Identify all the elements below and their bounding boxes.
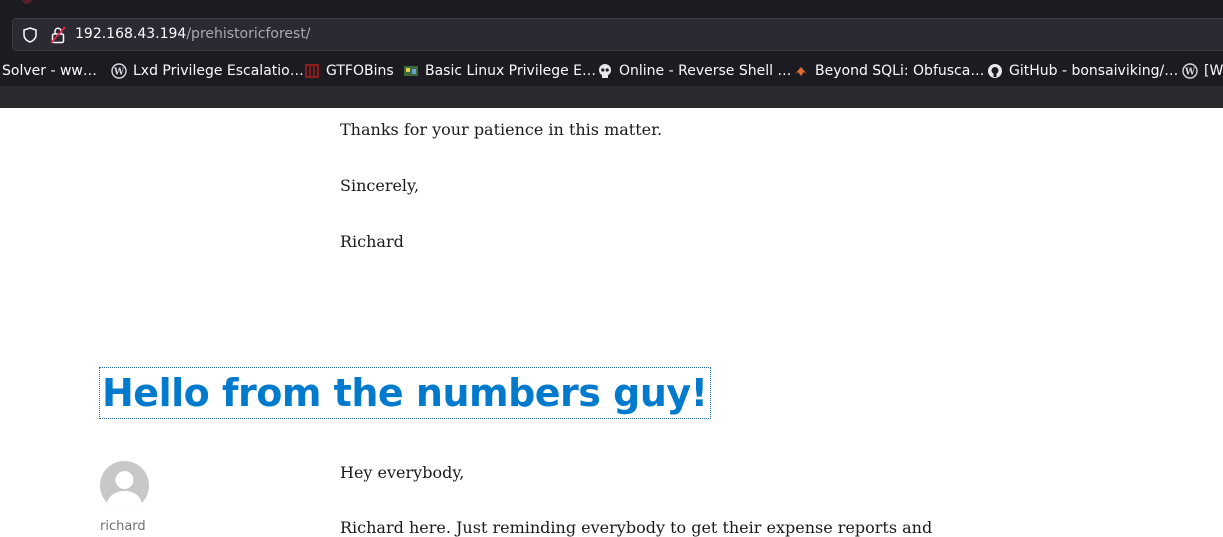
insecure-lock-icon[interactable] xyxy=(50,26,66,44)
github-icon xyxy=(988,64,1002,78)
wordpress-icon: W xyxy=(111,63,127,79)
previous-post-signature: Richard xyxy=(340,232,404,251)
bookmark-wordpress[interactable]: W [W xyxy=(1182,58,1223,84)
bookmark-solver[interactable]: Solver - ww… xyxy=(2,58,97,84)
address-bar[interactable]: 192.168.43.194/prehistoricforest/ xyxy=(12,18,1223,51)
wordpress-icon: W xyxy=(1182,63,1198,79)
game-icon xyxy=(404,66,418,76)
page-header-strip xyxy=(0,86,1223,108)
bookmark-lxd-privilege-escalation[interactable]: W Lxd Privilege Escalatio… xyxy=(111,58,304,84)
post-first-line: Richard here. Just reminding everybody t… xyxy=(340,518,933,537)
bookmark-github-bonsaiviking[interactable]: GitHub - bonsaiviking/… xyxy=(987,58,1178,84)
flame-icon xyxy=(795,67,807,76)
bookmark-beyond-sqli[interactable]: Beyond SQLi: Obfusca… xyxy=(793,58,984,84)
previous-post-closing-line: Thanks for your patience in this matter. xyxy=(340,120,663,139)
bookmark-label: Lxd Privilege Escalatio… xyxy=(133,63,304,79)
svg-text:W: W xyxy=(1184,68,1196,78)
post-title-link[interactable]: Hello from the numbers guy! xyxy=(99,367,711,419)
url-text[interactable]: 192.168.43.194/prehistoricforest/ xyxy=(75,26,311,42)
bookmark-basic-linux-privilege-escalation[interactable]: Basic Linux Privilege E… xyxy=(403,58,596,84)
gtfobins-icon xyxy=(305,64,319,78)
skull-icon xyxy=(599,64,611,78)
bookmarks-bar: Solver - ww… W Lxd Privilege Escalatio… … xyxy=(0,58,1223,84)
bookmark-gtfobins[interactable]: GTFOBins xyxy=(304,58,394,84)
url-host: 192.168.43.194 xyxy=(75,26,187,42)
author-avatar[interactable] xyxy=(100,461,149,510)
shield-icon[interactable] xyxy=(22,27,38,43)
url-path: /prehistoricforest/ xyxy=(186,26,311,42)
bookmark-label: GitHub - bonsaiviking/… xyxy=(1009,63,1179,79)
bookmark-label: Beyond SQLi: Obfusca… xyxy=(815,63,985,79)
tab-strip xyxy=(0,0,1223,16)
bookmark-label: GTFOBins xyxy=(326,63,394,79)
browser-chrome: 192.168.43.194/prehistoricforest/ Solver… xyxy=(0,0,1223,108)
page-content: Thanks for your patience in this matter.… xyxy=(0,108,1223,537)
tab-indicator xyxy=(22,0,32,4)
bookmark-online-reverse-shell[interactable]: Online - Reverse Shell … xyxy=(597,58,791,84)
author-name-link[interactable]: richard xyxy=(100,519,146,534)
bookmark-label: Solver - ww… xyxy=(2,63,97,79)
bookmark-label: Online - Reverse Shell … xyxy=(619,63,792,79)
bookmark-label: Basic Linux Privilege E… xyxy=(425,63,597,79)
avatar-person-icon xyxy=(106,471,143,510)
post-greeting: Hey everybody, xyxy=(340,463,465,482)
svg-text:W: W xyxy=(113,68,125,78)
bookmark-label: [W xyxy=(1204,63,1223,79)
previous-post-signoff: Sincerely, xyxy=(340,176,420,195)
